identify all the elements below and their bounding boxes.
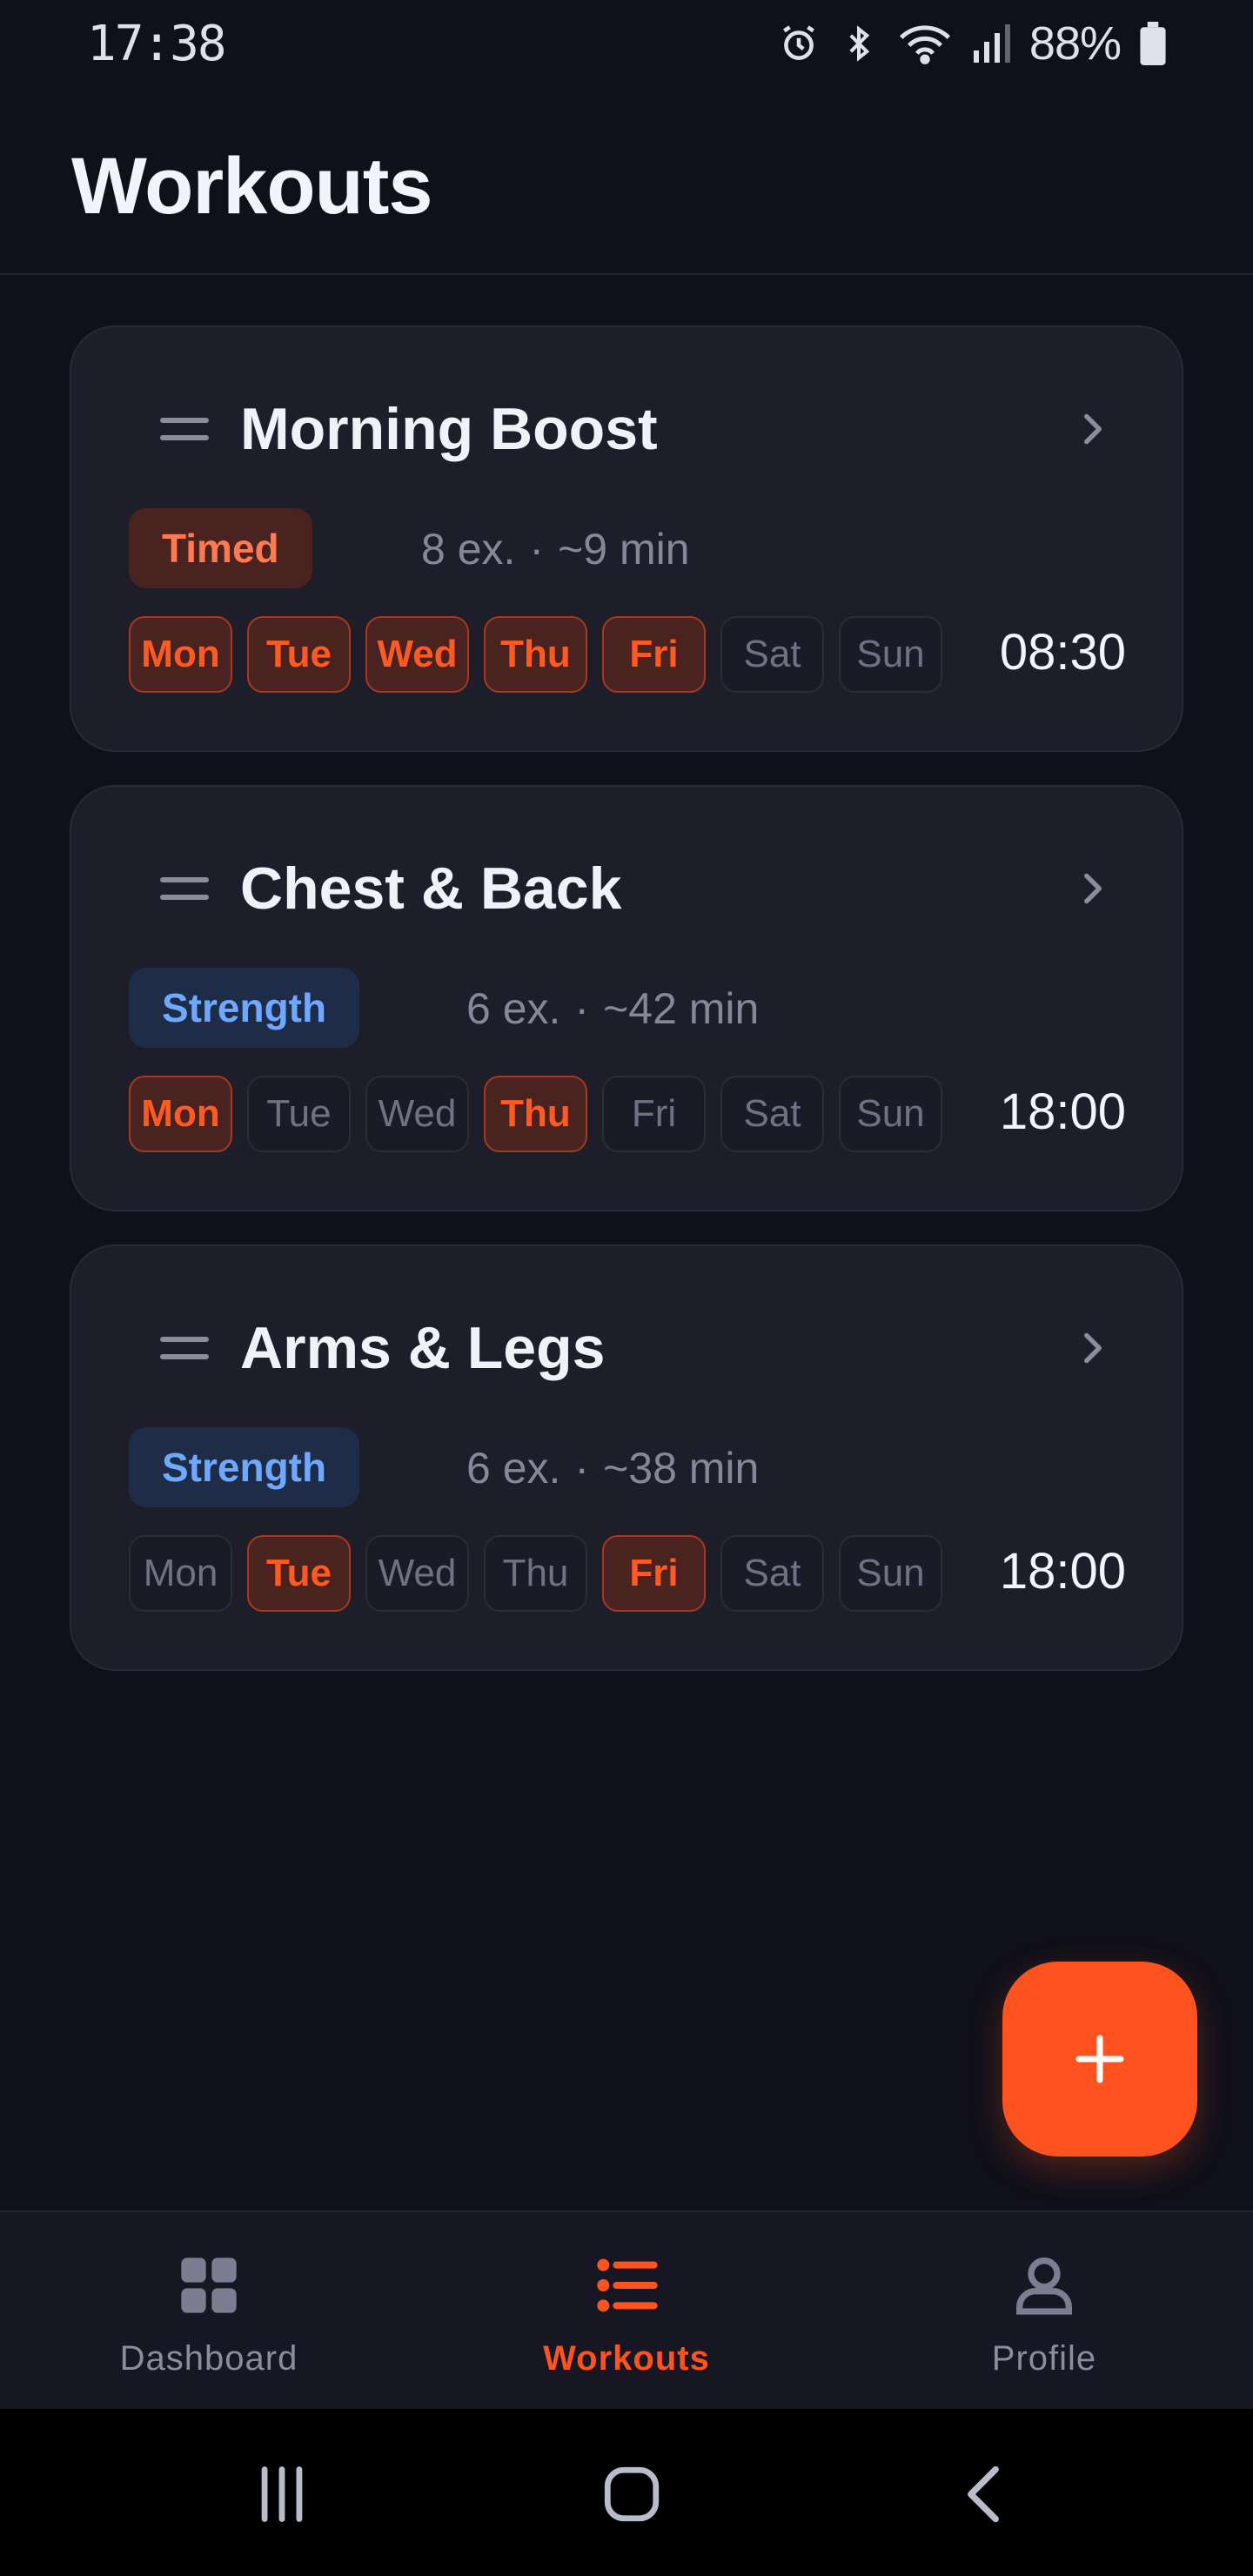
alarm-icon	[782, 25, 814, 60]
plus-icon	[1075, 2035, 1124, 2083]
day-chip-mon[interactable]: Mon	[129, 1535, 232, 1612]
day-chip-thu[interactable]: Thu	[484, 1076, 587, 1152]
day-chip-tue[interactable]: Tue	[247, 616, 351, 693]
home-button[interactable]	[597, 2459, 667, 2529]
estimated-duration: ~9 min	[558, 525, 690, 574]
day-chip-sat[interactable]: Sat	[720, 1535, 824, 1612]
battery-percent: 88%	[1029, 17, 1122, 70]
drag-handle-icon[interactable]	[160, 877, 209, 900]
workout-name: Arms & Legs	[240, 1315, 606, 1381]
chevron-right-icon[interactable]	[1070, 407, 1114, 451]
wifi-icon	[899, 25, 950, 64]
nav-label-dashboard: Dashboard	[119, 2339, 298, 2378]
day-selector: Mon Tue Wed Thu Fri Sat Sun	[129, 616, 942, 693]
exercise-count: 6 ex.	[466, 984, 561, 1033]
back-button[interactable]	[948, 2459, 1018, 2529]
chevron-right-icon[interactable]	[1070, 867, 1114, 910]
workouts-screen: 17:38 88% Workouts Morning Boost Timed 8 e…	[0, 0, 1253, 2576]
app-header: Workouts	[0, 87, 1253, 275]
scheduled-time[interactable]: 18:00	[1000, 1542, 1126, 1600]
day-chip-sat[interactable]: Sat	[720, 616, 824, 693]
day-chip-fri[interactable]: Fri	[602, 616, 706, 693]
workout-name: Morning Boost	[240, 396, 658, 462]
workout-meta: 8 ex. · ~9 min	[421, 524, 690, 574]
nav-label-workouts: Workouts	[543, 2339, 710, 2378]
recent-apps-icon	[261, 2466, 303, 2522]
meta-separator: ·	[574, 984, 590, 1033]
bottom-nav: Dashboard Workouts Profile	[0, 2210, 1253, 2409]
bluetooth-icon	[849, 25, 870, 62]
day-chip-wed[interactable]: Wed	[365, 616, 469, 693]
workout-card[interactable]: Morning Boost Timed 8 ex. · ~9 min Mon Tue Wed T…	[70, 325, 1183, 752]
home-icon	[604, 2466, 660, 2522]
day-chip-fri[interactable]: Fri	[602, 1535, 706, 1612]
estimated-duration: ~38 min	[603, 1444, 760, 1493]
status-bar: 17:38 88%	[0, 0, 1253, 87]
day-chip-wed[interactable]: Wed	[365, 1535, 469, 1612]
workout-meta: 6 ex. · ~38 min	[466, 1443, 759, 1493]
day-chip-thu[interactable]: Thu	[484, 616, 587, 693]
nav-label-profile: Profile	[991, 2339, 1097, 2378]
day-selector: Mon Tue Wed Thu Fri Sat Sun	[129, 1535, 942, 1612]
day-chip-mon[interactable]: Mon	[129, 1076, 232, 1152]
meta-separator: ·	[574, 1444, 590, 1493]
workout-card[interactable]: Arms & Legs Strength 6 ex. · ~38 min Mon Tue We…	[70, 1244, 1183, 1671]
day-chip-sun[interactable]: Sun	[839, 1535, 942, 1612]
workout-meta: 6 ex. · ~42 min	[466, 983, 759, 1034]
nav-item-profile[interactable]: Profile	[835, 2212, 1253, 2409]
day-selector: Mon Tue Wed Thu Fri Sat Sun	[129, 1076, 942, 1152]
workout-type-badge: Strength	[129, 968, 360, 1048]
drag-handle-icon[interactable]	[160, 418, 209, 440]
recent-apps-button[interactable]	[247, 2459, 317, 2529]
day-chip-sat[interactable]: Sat	[720, 1076, 824, 1152]
system-nav-bar	[0, 2409, 1253, 2576]
estimated-duration: ~42 min	[603, 984, 760, 1033]
workout-type-badge: Strength	[129, 1427, 360, 1507]
battery-icon	[1140, 22, 1166, 65]
workout-type-badge: Timed	[129, 508, 312, 588]
workout-name: Chest & Back	[240, 855, 622, 922]
chevron-right-icon[interactable]	[1070, 1326, 1114, 1370]
scheduled-time[interactable]: 18:00	[1000, 1083, 1126, 1141]
list-icon	[597, 2258, 658, 2312]
nav-item-dashboard[interactable]: Dashboard	[0, 2212, 418, 2409]
day-chip-tue[interactable]: Tue	[247, 1076, 351, 1152]
day-chip-mon[interactable]: Mon	[129, 616, 232, 693]
grid-icon	[181, 2257, 237, 2313]
status-time: 17:38	[87, 15, 227, 72]
meta-separator: ·	[529, 525, 545, 574]
person-icon	[1016, 2257, 1072, 2315]
day-chip-fri[interactable]: Fri	[602, 1076, 706, 1152]
day-chip-tue[interactable]: Tue	[247, 1535, 351, 1612]
day-chip-thu[interactable]: Thu	[484, 1535, 587, 1612]
drag-handle-icon[interactable]	[160, 1337, 209, 1359]
scheduled-time[interactable]: 08:30	[1000, 623, 1126, 681]
signal-icon	[973, 24, 1010, 63]
day-chip-sun[interactable]: Sun	[839, 1076, 942, 1152]
page-title: Workouts	[71, 142, 433, 231]
back-icon	[968, 2465, 999, 2523]
exercise-count: 6 ex.	[466, 1444, 561, 1493]
add-workout-button[interactable]	[1002, 1962, 1197, 2157]
exercise-count: 8 ex.	[421, 525, 516, 574]
workout-card[interactable]: Chest & Back Strength 6 ex. · ~42 min Mon Tue W…	[70, 785, 1183, 1211]
nav-item-workouts[interactable]: Workouts	[418, 2212, 835, 2409]
day-chip-wed[interactable]: Wed	[365, 1076, 469, 1152]
day-chip-sun[interactable]: Sun	[839, 616, 942, 693]
status-icons: 88%	[777, 17, 1166, 70]
